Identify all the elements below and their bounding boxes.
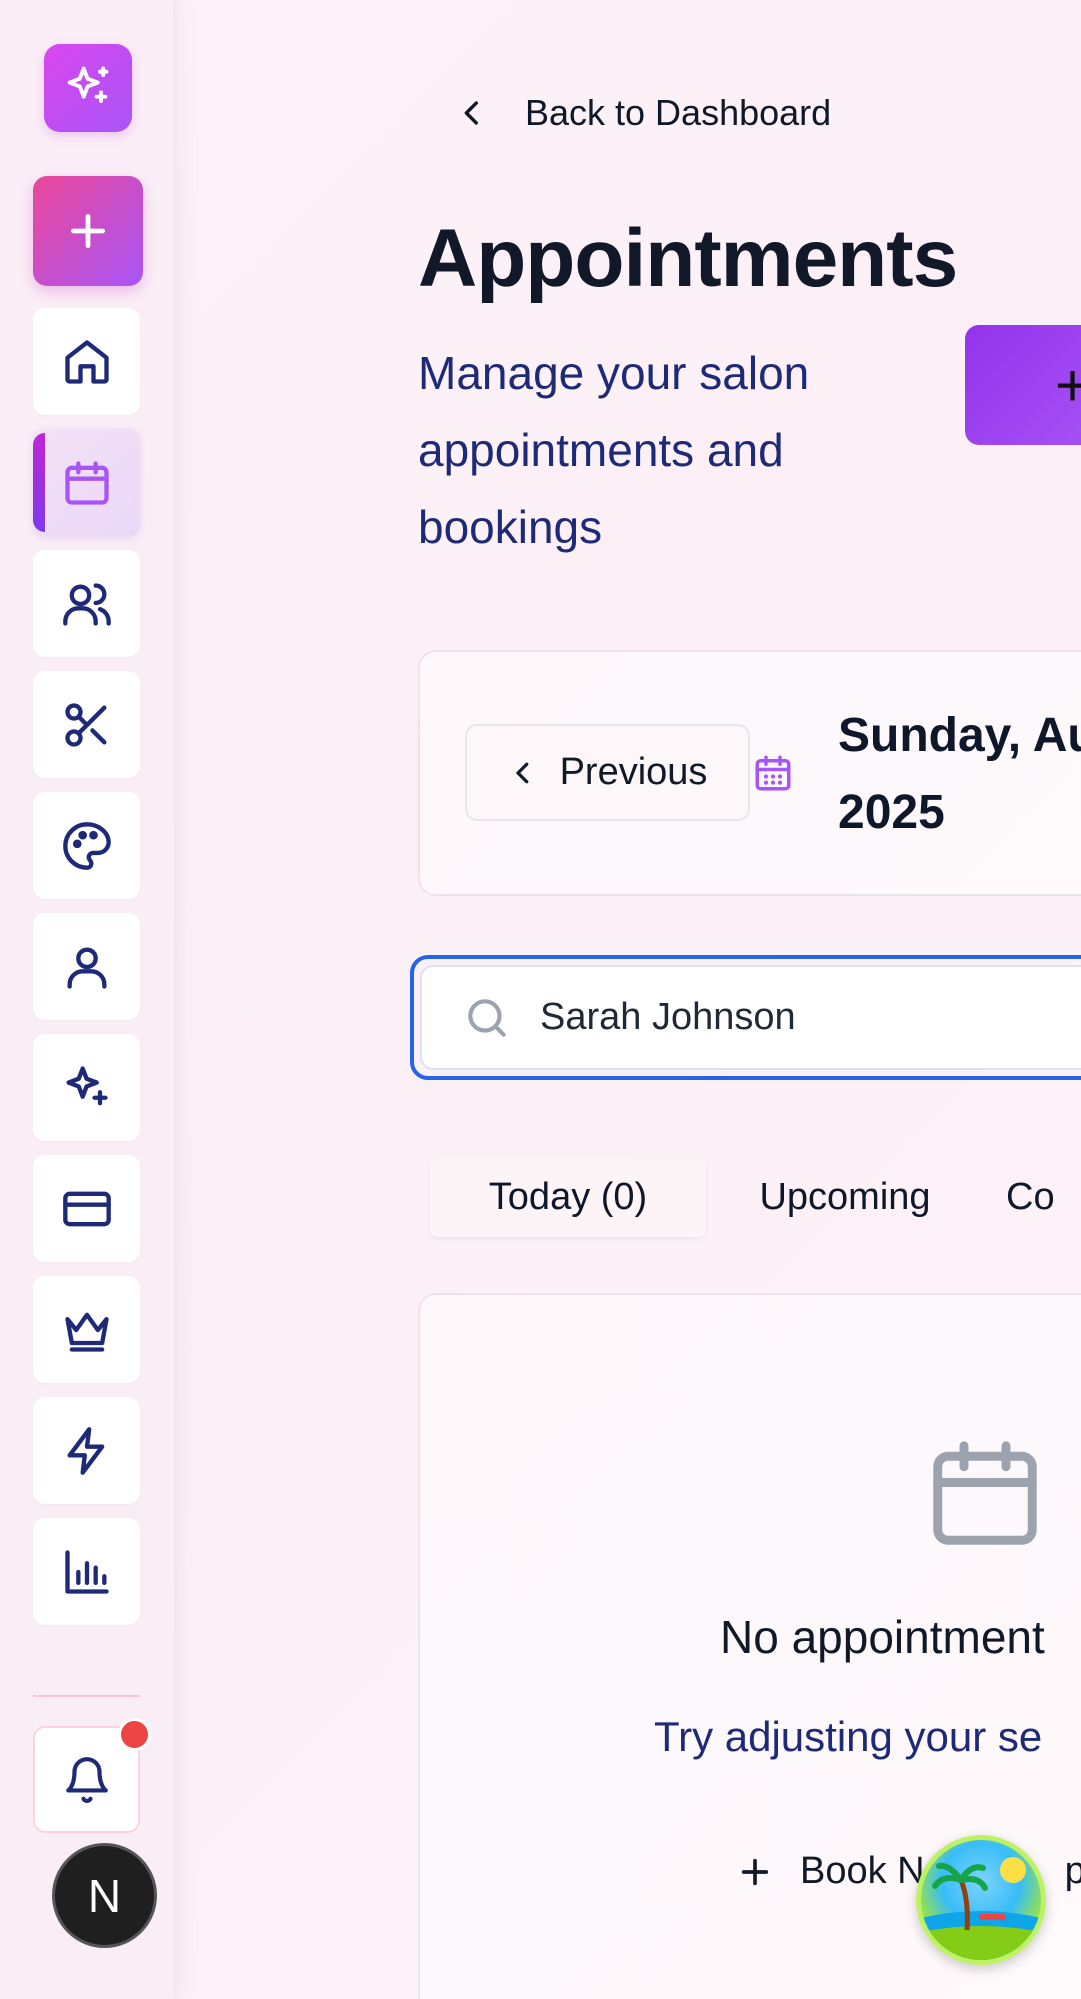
- crown-icon: [64, 1312, 109, 1352]
- tab-upcoming[interactable]: Upcoming: [728, 1157, 962, 1237]
- home-icon: [64, 339, 109, 384]
- sparkles-icon: [65, 1065, 108, 1105]
- chevron-left-icon: [515, 762, 528, 783]
- app-logo[interactable]: [44, 44, 132, 132]
- current-date-year: 2025: [838, 786, 945, 839]
- sidebar-item-membership[interactable]: [33, 1276, 140, 1383]
- floating-assistant-button[interactable]: [916, 1835, 1046, 1965]
- search-input[interactable]: [540, 996, 1040, 1039]
- current-date-label: Sunday, Au: [838, 709, 1081, 762]
- new-appointment-label: +: [1055, 351, 1081, 419]
- sidebar-item-appointments[interactable]: [33, 429, 140, 536]
- notification-badge: [118, 1718, 151, 1751]
- palette-icon: [62, 821, 111, 870]
- beach-icon: [921, 1857, 1041, 1960]
- new-appointment-button[interactable]: +: [965, 325, 1081, 445]
- book-label: Book N: [800, 1850, 925, 1892]
- search-wrapper: [420, 965, 1081, 1070]
- bar-chart-icon: [64, 1549, 109, 1594]
- empty-state-title: No appointment: [720, 1611, 1045, 1663]
- sidebar-item-styles[interactable]: [33, 792, 140, 899]
- quick-add-button[interactable]: [33, 176, 143, 286]
- avatar-letter: N: [87, 1869, 122, 1922]
- tab-upcoming-label: Upcoming: [759, 1175, 931, 1218]
- plus-icon: [741, 1858, 769, 1885]
- calendar-icon: [755, 755, 791, 791]
- sidebar-item-clients[interactable]: [33, 550, 140, 657]
- sidebar-item-ai[interactable]: [33, 1034, 140, 1141]
- sidebar-item-payments[interactable]: [33, 1155, 140, 1262]
- avatar[interactable]: N: [52, 1843, 157, 1948]
- sparkles-icon: [67, 66, 109, 103]
- tab-completed-label: Co: [1006, 1175, 1055, 1218]
- calendar-icon: [64, 460, 109, 505]
- current-date: Sunday, Au 2025: [838, 697, 1081, 851]
- scissors-icon: [64, 702, 106, 747]
- page-subtitle: Manage your salon appointments and booki…: [418, 347, 810, 553]
- book-label-tail: po: [1064, 1850, 1081, 1892]
- sidebar-item-analytics[interactable]: [33, 1518, 140, 1625]
- search-icon: [468, 998, 506, 1037]
- sidebar-item-services[interactable]: [33, 671, 140, 778]
- plus-icon: [70, 213, 106, 249]
- credit-card-icon: [62, 1191, 111, 1226]
- users-icon: [62, 582, 111, 626]
- empty-state-subtitle: Try adjusting your se: [654, 1713, 1043, 1760]
- calendar-icon: [933, 1441, 1037, 1545]
- bell-icon: [65, 1756, 108, 1803]
- page-title: Appointments: [418, 213, 958, 304]
- search-field: [410, 955, 1081, 1080]
- sidebar-item-home[interactable]: [33, 308, 140, 415]
- user-icon: [67, 947, 106, 989]
- zap-icon: [67, 1426, 104, 1475]
- sidebar: N: [0, 0, 175, 1999]
- sidebar-divider: [33, 1695, 140, 1697]
- back-to-dashboard-link[interactable]: Back to Dashboard: [455, 92, 831, 134]
- tab-today[interactable]: Today (0): [430, 1157, 706, 1237]
- previous-day-button[interactable]: Previous: [465, 724, 750, 821]
- chevron-left-icon: [464, 101, 478, 125]
- tab-today-label: Today (0): [488, 1175, 648, 1218]
- back-label: Back to Dashboard: [525, 92, 832, 133]
- previous-label: Previous: [559, 751, 708, 793]
- sidebar-item-staff[interactable]: [33, 913, 140, 1020]
- tab-completed[interactable]: Co: [1006, 1157, 1081, 1237]
- sidebar-item-automations[interactable]: [33, 1397, 140, 1504]
